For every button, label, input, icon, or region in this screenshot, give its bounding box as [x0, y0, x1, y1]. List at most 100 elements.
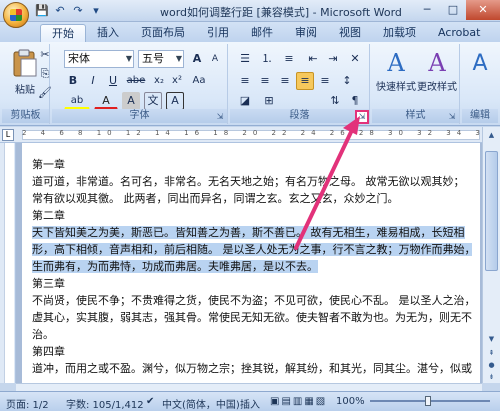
office-button[interactable]	[3, 2, 29, 28]
minimize-icon[interactable]: ─	[414, 0, 440, 20]
bullets-icon[interactable]: ☰	[236, 50, 254, 68]
document-line[interactable]: 第一章	[32, 156, 472, 173]
editing-button[interactable]: A	[466, 50, 494, 78]
font-size-combo[interactable]: 五号 ▼	[138, 50, 184, 68]
redo-icon[interactable]: ↷	[70, 3, 86, 19]
phonetic-guide-button[interactable]: 文	[144, 92, 162, 110]
increase-indent-icon[interactable]: ⇥	[324, 50, 342, 68]
document-line[interactable]: 不尚贤，使民不争；不贵难得之货，使民不为盗；不见可欲，使民心不乱。 是以圣人之治…	[32, 292, 472, 309]
grow-font-button[interactable]: A	[188, 50, 206, 68]
status-page[interactable]: 页面: 1/2	[6, 396, 49, 411]
font-color-button[interactable]: A	[94, 92, 118, 110]
tab-2[interactable]: 页面布局	[130, 24, 196, 42]
underline-button[interactable]: U	[104, 72, 122, 90]
maximize-icon[interactable]: □	[440, 0, 466, 20]
font-name-combo[interactable]: 宋体 ▼	[64, 50, 134, 68]
tab-1[interactable]: 插入	[86, 24, 130, 42]
tab-5[interactable]: 审阅	[284, 24, 328, 42]
shading-icon[interactable]: ◪	[236, 92, 254, 110]
char-shading-button[interactable]: A	[122, 92, 140, 110]
tab-0[interactable]: 开始	[40, 24, 86, 42]
document-page[interactable]: 第一章道可道，非常道。名可名，非常名。无名天地之始；有名万物之母。 故常无欲以观…	[22, 143, 480, 383]
decrease-indent-icon[interactable]: ⇤	[304, 50, 322, 68]
scroll-up-icon[interactable]: ▲	[485, 129, 498, 141]
highlight-button[interactable]: ab	[64, 92, 90, 110]
document-line[interactable]: 第二章	[32, 207, 472, 224]
justify-icon[interactable]: ≡	[296, 72, 314, 90]
customize-icon[interactable]: ▾	[88, 3, 104, 19]
chevron-down-icon: ▼	[125, 54, 132, 63]
window-controls: ─ □ ✕	[414, 0, 500, 20]
paragraph-dialog-launcher-icon[interactable]: ⇲	[355, 110, 369, 124]
align-right-icon[interactable]: ≡	[276, 72, 294, 90]
vertical-ruler[interactable]	[0, 143, 16, 383]
chinese-layout-icon[interactable]: ✕	[346, 50, 364, 68]
vertical-scrollbar[interactable]: ▲ ▼ ⇞ ● ⇟	[482, 127, 500, 383]
document-line[interactable]: 道冲，而用之或不盈。渊兮，似万物之宗；挫其锐，解其纷，和其光，同其尘。湛兮，似或	[32, 360, 472, 377]
char-border-button[interactable]: A	[166, 92, 184, 110]
line-spacing-icon[interactable]: ↕	[338, 72, 356, 90]
clipboard-group: 粘贴 ✂ ⎘ 🖌 剪贴板	[2, 44, 52, 124]
view-buttons-icon[interactable]: ▣▤▥▦▧	[270, 396, 327, 407]
quick-styles-icon: A	[387, 49, 405, 77]
distribute-icon[interactable]: ≡	[316, 72, 334, 90]
italic-button[interactable]: I	[84, 72, 102, 90]
status-mode[interactable]: 插入	[240, 396, 260, 411]
tab-4[interactable]: 邮件	[240, 24, 284, 42]
line-text: 第四章	[32, 345, 65, 358]
styles-dialog-launcher-icon[interactable]: ⇲	[447, 112, 457, 122]
tab-3[interactable]: 引用	[196, 24, 240, 42]
status-words[interactable]: 字数: 105/1,412	[66, 396, 144, 411]
subscript-button[interactable]: x₂	[150, 72, 168, 90]
tab-8[interactable]: Acrobat	[427, 24, 491, 42]
font-dialog-launcher-icon[interactable]: ⇲	[215, 112, 225, 122]
document-line[interactable]: 道可道，非常道。名可名，非常名。无名天地之始；有名万物之母。 故常无欲以观其妙；	[32, 173, 472, 190]
next-page-icon[interactable]: ⇟	[485, 371, 498, 383]
scroll-thumb[interactable]	[485, 151, 498, 271]
borders-icon[interactable]: ⊞	[260, 92, 278, 110]
document-area: 第一章道可道，非常道。名可名，非常名。无名天地之始；有名万物之母。 故常无欲以观…	[16, 143, 482, 383]
tab-6[interactable]: 视图	[328, 24, 372, 42]
strikethrough-button[interactable]: abe	[124, 72, 148, 90]
show-marks-icon[interactable]: ¶	[346, 92, 364, 110]
document-line[interactable]: 第四章	[32, 343, 472, 360]
selected-text: 生而弗有，为而弗恃，功成而弗居。夫唯弗居，是以不去。	[32, 260, 318, 273]
document-line[interactable]: 治。	[32, 326, 472, 343]
superscript-button[interactable]: x²	[168, 72, 186, 90]
document-line[interactable]: 虚其心，实其腹，弱其志，强其骨。常使民无知无欲。使夫智者不敢为也。为无为，则无不	[32, 309, 472, 326]
shrink-font-button[interactable]: A	[206, 50, 224, 68]
spelling-icon[interactable]: ✔	[146, 396, 154, 407]
highlight-label: ab	[70, 95, 84, 106]
numbering-icon[interactable]: ⒈	[258, 50, 276, 68]
horizontal-ruler[interactable]: L 2 4 6 8 10 12 14 16 18 20 22 24 26 28 …	[0, 127, 500, 143]
document-line[interactable]: 常有欲以观其徼。 此两者，同出而异名，同谓之玄。玄之又玄，众妙之门。	[32, 190, 472, 207]
multilevel-list-icon[interactable]: ≡	[280, 50, 298, 68]
tab-7[interactable]: 加载项	[372, 24, 427, 42]
document-line[interactable]: 第三章	[32, 275, 472, 292]
change-styles-button[interactable]: A 更改样式	[416, 48, 458, 93]
close-icon[interactable]: ✕	[466, 0, 500, 20]
align-left-icon[interactable]: ≡	[236, 72, 254, 90]
document-line[interactable]: 生而弗有，为而弗恃，功成而弗居。夫唯弗居，是以不去。	[32, 258, 472, 275]
undo-icon[interactable]: ↶	[52, 3, 68, 19]
prev-page-icon[interactable]: ⇞	[485, 347, 498, 359]
status-language[interactable]: 中文(简体，中国)	[162, 396, 240, 411]
shrink-font-label: A	[211, 54, 219, 64]
bold-button[interactable]: B	[64, 72, 82, 90]
change-case-button[interactable]: Aa	[188, 72, 210, 90]
line-text: 常有欲以观其徼。 此两者，同出而异名，同谓之玄。玄之又玄，众妙之门。	[32, 192, 399, 205]
line-text: 第一章	[32, 158, 65, 171]
document-line[interactable]: 形，高下相倾，音声相和，前后相随。 是以圣人处无为之事，行不言之教；万物作而弗始…	[32, 241, 472, 258]
quick-styles-button[interactable]: A 快速样式	[376, 48, 416, 93]
horizontal-scrollbar[interactable]	[16, 383, 482, 391]
zoom-slider-thumb[interactable]	[425, 396, 431, 406]
status-zoom[interactable]: 100%	[336, 396, 365, 407]
document-line[interactable]: 天下皆知美之为美，斯恶已。皆知善之为善，斯不善已。 故有无相生，难易相成，长短相	[32, 224, 472, 241]
line-text: 第二章	[32, 209, 65, 222]
align-center-icon[interactable]: ≡	[256, 72, 274, 90]
tab-selector-icon[interactable]: L	[2, 129, 14, 141]
save-icon[interactable]: 💾	[34, 3, 50, 19]
sort-button[interactable]: ⇅	[326, 92, 344, 110]
scroll-down-icon[interactable]: ▼	[485, 333, 498, 345]
browse-object-icon[interactable]: ●	[485, 359, 498, 371]
